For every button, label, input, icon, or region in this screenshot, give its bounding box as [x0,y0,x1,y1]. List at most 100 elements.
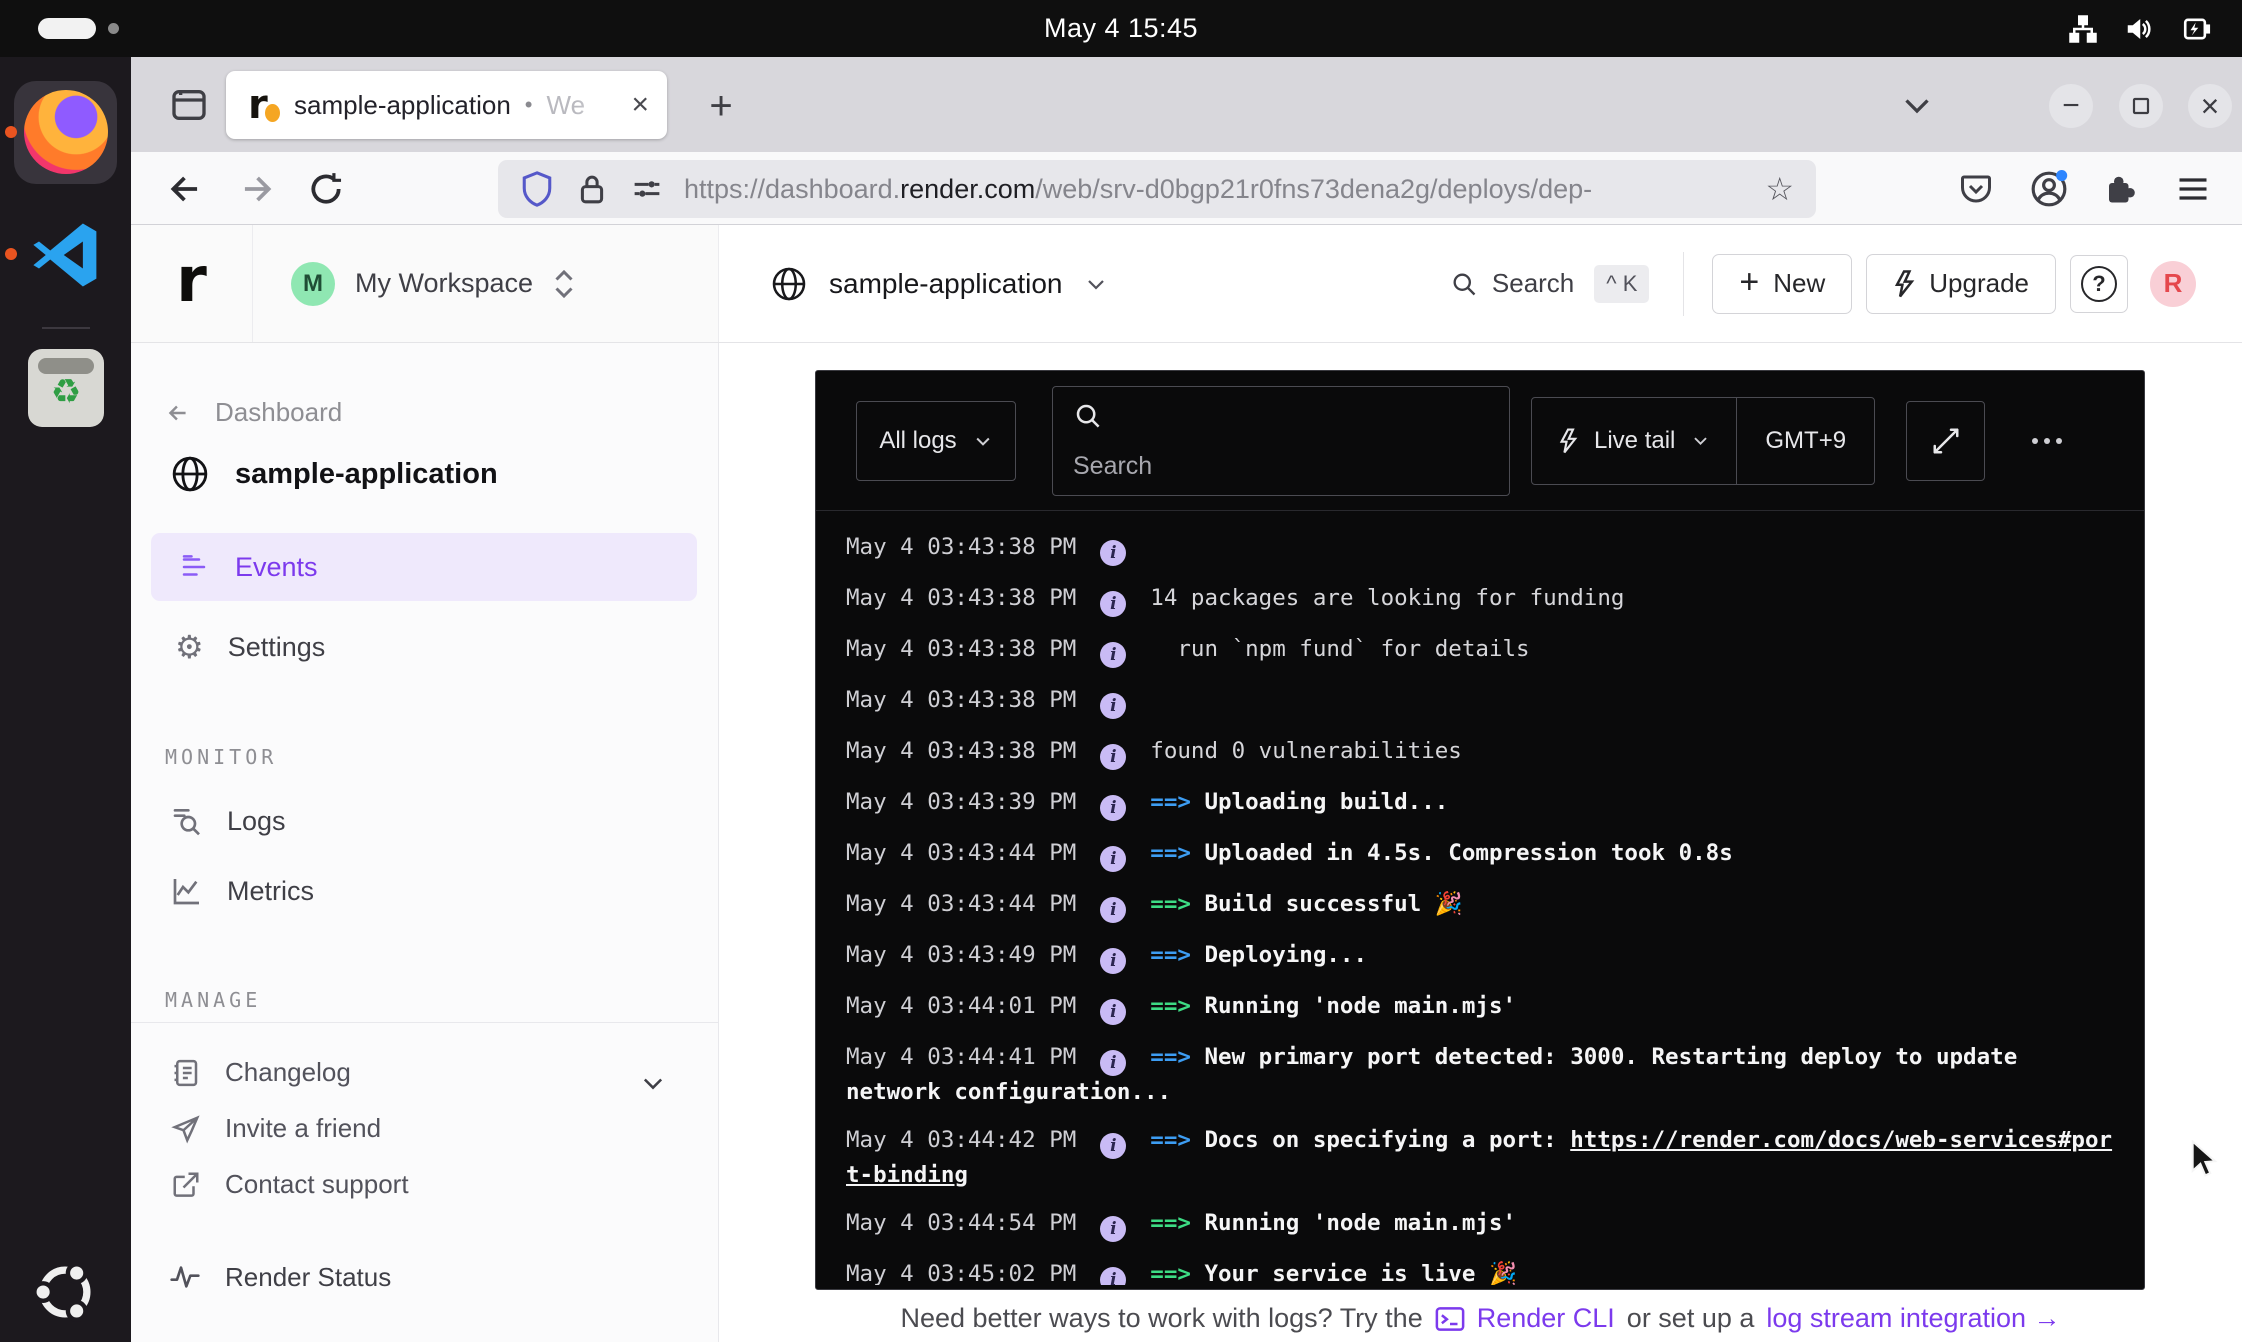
log-timestamp: May 4 03:43:38 PM [846,687,1076,713]
new-tab-button[interactable]: + [698,83,744,129]
vscode-dock-icon[interactable] [30,219,102,291]
sidebar-item-invite[interactable]: Invite a friend [171,1113,381,1144]
firefox-dock-icon[interactable] [24,90,108,174]
arrow-left-icon [165,400,191,426]
vscode-running-dot [5,248,17,260]
help-button[interactable]: ? [2070,255,2128,313]
render-cli-link[interactable]: Render CLI [1477,1303,1615,1334]
permissions-icon[interactable] [630,172,664,206]
info-icon: i [1100,591,1126,617]
log-message: Running 'node main.mjs' [1204,993,1516,1019]
info-icon: i [1100,897,1126,923]
url-bar[interactable]: https://dashboard.render.com/web/srv-d0b… [498,160,1816,218]
pocket-icon[interactable] [1958,152,1994,225]
battery-icon[interactable] [2180,14,2214,44]
back-icon[interactable] [167,152,205,225]
log-timestamp: May 4 03:44:41 PM [846,1044,1076,1070]
service-breadcrumb[interactable]: sample-application [771,225,1108,342]
sidebar-item-settings[interactable]: ⚙ Settings [175,631,325,663]
bookmark-star-icon[interactable]: ☆ [1765,170,1794,208]
trash-dock-icon[interactable]: ♻ [28,349,104,427]
live-tail-button[interactable]: Live tail [1532,398,1736,484]
log-message: 14 packages are looking for funding [1150,585,1624,611]
service-name: sample-application [829,268,1062,300]
logs-footer-hint: Need better ways to work with logs? Try … [719,1303,2242,1334]
sidebar-item-logs[interactable]: Logs [171,805,286,837]
log-stream-integration-link[interactable]: log stream integration → [1766,1303,2060,1334]
sidebar-section-monitor: MONITOR [165,745,277,769]
shield-icon[interactable] [520,170,554,208]
desktop-dock: ♻ [0,57,131,1342]
sidebar-back-dashboard[interactable]: Dashboard [165,397,342,428]
global-search[interactable]: Search ^ K [1450,265,1650,303]
log-timestamp: May 4 03:43:44 PM [846,840,1076,866]
log-filter-dropdown[interactable]: All logs [856,401,1016,481]
ubuntu-logo-icon[interactable] [30,1257,100,1327]
log-entry: May 4 03:43:38 PMi run `npm fund` for de… [846,633,2116,668]
close-button[interactable]: × [2188,84,2232,128]
log-timestamp: May 4 03:44:01 PM [846,993,1076,1019]
sidebar-item-events[interactable]: Events [151,533,697,601]
log-message: Running 'node main.mjs' [1204,1210,1516,1236]
globe-icon [171,455,209,493]
network-icon[interactable] [2068,14,2098,44]
sidebar-service-name[interactable]: sample-application [171,455,498,493]
render-logo-icon: r [176,249,207,311]
mouse-cursor [2188,1140,2222,1180]
log-message: Uploading build... [1204,789,1448,815]
info-icon: i [1100,846,1126,872]
menu-icon[interactable] [2175,152,2211,225]
events-list-icon [179,552,209,582]
log-lines[interactable]: May 4 03:43:38 PMi May 4 03:43:38 PMi14 … [846,523,2116,1285]
log-more-menu[interactable] [2032,438,2062,444]
log-timestamp: May 4 03:43:38 PM [846,585,1076,611]
expand-icon [1931,426,1961,456]
log-timestamp: May 4 03:43:38 PM [846,534,1076,560]
changelog-icon [171,1058,201,1088]
firefox-view-icon[interactable] [163,81,215,129]
log-entry: May 4 03:43:38 PMi [846,684,2116,719]
url-text[interactable]: https://dashboard.render.com/web/srv-d0b… [684,174,1755,205]
sidebar-item-contact-support[interactable]: Contact support [171,1169,409,1200]
changelog-chevron-icon[interactable] [639,1069,667,1097]
upgrade-button[interactable]: Upgrade [1866,254,2056,314]
status-pulse-icon [169,1261,201,1293]
workspace-switcher[interactable]: M My Workspace [253,225,719,342]
info-icon: i [1100,540,1126,566]
expand-logs-button[interactable] [1906,401,1985,481]
maximize-button[interactable] [2119,84,2163,128]
log-message: found 0 vulnerabilities [1150,738,1462,764]
question-icon: ? [2081,266,2117,302]
log-timestamp: May 4 03:43:38 PM [846,738,1076,764]
new-button[interactable]: + New [1712,254,1852,314]
sidebar-item-metrics[interactable]: Metrics [171,875,314,907]
log-panel: All logs Search Live tail [815,370,2145,1290]
sidebar-item-render-status[interactable]: Render Status [169,1261,391,1293]
firefox-running-dot [5,126,17,138]
browser-tab[interactable]: r sample-application • We × [226,71,667,139]
minimize-button[interactable]: − [2049,84,2093,128]
gear-icon: ⚙ [175,631,204,663]
system-top-bar: May 4 15:45 [0,0,2242,57]
forward-icon[interactable] [237,152,275,225]
lock-icon[interactable] [576,171,608,207]
chevron-down-icon [1084,272,1108,296]
log-search-input[interactable]: Search [1052,386,1510,496]
reload-icon[interactable] [307,152,345,225]
user-avatar[interactable]: R [2150,261,2196,307]
system-clock[interactable]: May 4 15:45 [0,0,2242,57]
workspace-avatar: M [291,262,335,306]
info-icon: i [1100,1133,1126,1159]
tab-close-icon[interactable]: × [631,90,649,120]
account-icon[interactable] [2030,152,2068,225]
metrics-icon [171,875,203,907]
list-tabs-icon[interactable] [1899,87,1935,123]
search-shortcut: ^ K [1594,265,1649,303]
render-logo[interactable]: r [131,225,253,342]
sidebar-item-changelog[interactable]: Changelog [171,1057,351,1088]
extensions-icon[interactable] [2103,152,2139,225]
volume-icon[interactable] [2124,14,2154,44]
log-message: Deploying... [1204,942,1367,968]
sidebar-divider [131,1022,718,1023]
timezone-button[interactable]: GMT+9 [1736,398,1874,484]
